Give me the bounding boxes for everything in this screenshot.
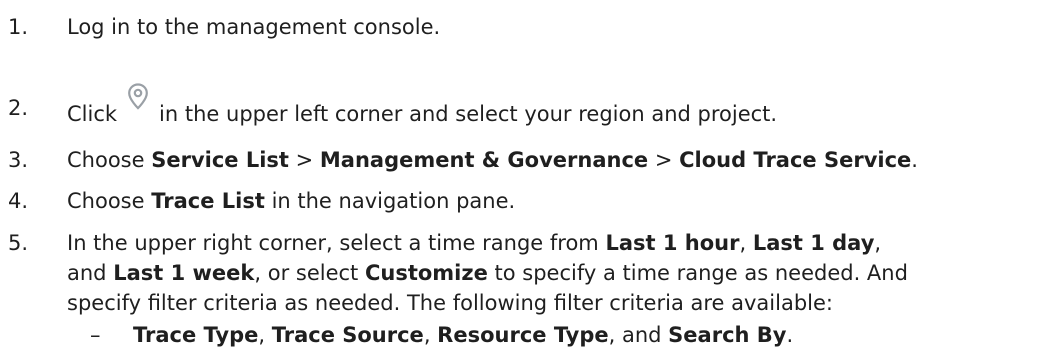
step-text: Choose Trace List in the navigation pane… — [67, 186, 515, 216]
path-separator: > — [648, 148, 680, 172]
step-text: Choose Service List > Management & Gover… — [67, 145, 918, 175]
step-text-pre: Click — [67, 102, 118, 126]
text-segment: to specify a time range as needed. And — [487, 261, 908, 285]
list-dash: – — [90, 323, 101, 347]
option-last-1-day: Last 1 day — [752, 231, 875, 255]
sub-item-text: Trace Type, Trace Source, Resource Type,… — [133, 320, 793, 350]
menu-path-service-list: Service List — [151, 148, 289, 172]
filter-trace-source: Trace Source — [271, 323, 424, 347]
text-segment: specify filter criteria as needed. The f… — [67, 291, 833, 315]
step-number: 3. — [8, 148, 29, 172]
step-number: 2. — [8, 96, 29, 120]
text-segment: Choose — [67, 148, 152, 172]
filter-search-by: Search By — [668, 323, 787, 347]
text-segment: in the navigation pane. — [264, 189, 516, 213]
text-segment: , or select — [254, 261, 365, 285]
text-segment: , and — [608, 323, 669, 347]
step-text-post: in the upper left corner and select your… — [159, 102, 778, 126]
menu-path-management-governance: Management & Governance — [319, 148, 649, 172]
path-separator: > — [288, 148, 320, 172]
step-line: and Last 1 week, or select Customize to … — [67, 258, 908, 288]
step-text: Click in the upper left corner and select… — [67, 83, 778, 129]
step-number: 4. — [8, 189, 29, 213]
text-segment: , — [423, 323, 438, 347]
text-segment: , — [874, 231, 882, 255]
step-number: 1. — [8, 15, 29, 39]
filter-resource-type: Resource Type — [437, 323, 609, 347]
option-customize: Customize — [364, 261, 488, 285]
step-number: 5. — [8, 231, 29, 255]
step-line: specify filter criteria as needed. The f… — [67, 288, 908, 318]
document-page: 1. Log in to the management console. 2. … — [0, 0, 1062, 356]
text-segment: , — [739, 231, 753, 255]
text-segment: . — [786, 323, 794, 347]
text-segment: and — [67, 261, 114, 285]
option-last-1-hour: Last 1 hour — [605, 231, 740, 255]
text-segment: , — [258, 323, 272, 347]
step-text: Log in to the management console. — [67, 15, 441, 39]
option-last-1-week: Last 1 week — [113, 261, 255, 285]
step-text: In the upper right corner, select a time… — [67, 228, 908, 318]
menu-path-trace-list: Trace List — [151, 189, 265, 213]
text-segment: Choose — [67, 189, 152, 213]
location-pin-icon — [123, 81, 153, 111]
menu-path-cloud-trace-service: Cloud Trace Service — [679, 148, 912, 172]
text-segment: . — [911, 148, 918, 172]
filter-trace-type: Trace Type — [133, 323, 259, 347]
text-segment: In the upper right corner, select a time… — [67, 231, 606, 255]
step-line: In the upper right corner, select a time… — [67, 228, 908, 258]
